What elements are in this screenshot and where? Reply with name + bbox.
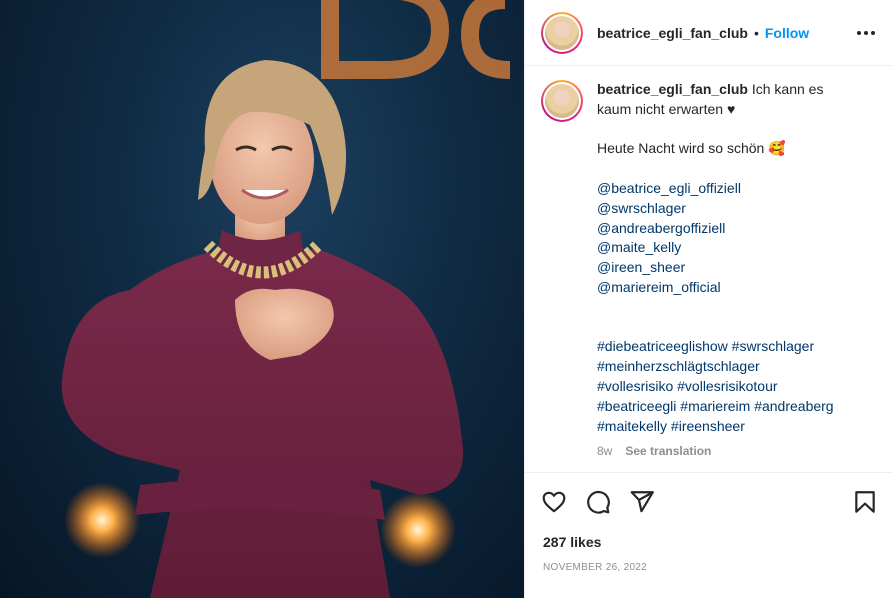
mention-link[interactable]: @mariereim_official xyxy=(597,278,879,298)
caption-username[interactable]: beatrice_egli_fan_club xyxy=(597,81,748,97)
caption-line-1: Ich kann es xyxy=(747,81,824,97)
hashtag-link[interactable]: #vollesrisiko xyxy=(597,378,673,394)
action-bar xyxy=(525,472,893,530)
caption-meta: 8w See translation xyxy=(597,442,879,462)
stage-light xyxy=(64,482,140,558)
hashtag-link[interactable]: #beatriceegli xyxy=(597,398,676,414)
more-dots-icon[interactable] xyxy=(855,25,877,41)
hashtag-link[interactable]: #andreaberg xyxy=(754,398,833,414)
post-side-panel: beatrice_egli_fan_club • Follow beatrice… xyxy=(524,0,893,598)
hashtag-link[interactable]: #meinherzschlägtschlager xyxy=(597,358,760,374)
post-age[interactable]: 8w xyxy=(597,442,612,462)
post-header: beatrice_egli_fan_club • Follow xyxy=(525,0,893,66)
mention-link[interactable]: @swrschlager xyxy=(597,199,879,219)
mention-link[interactable]: @maite_kelly xyxy=(597,238,879,258)
post-caption: beatrice_egli_fan_club Ich kann es kaum … xyxy=(541,80,881,462)
mention-link[interactable]: @ireen_sheer xyxy=(597,258,879,278)
header-username[interactable]: beatrice_egli_fan_club xyxy=(597,25,748,41)
caption-text: beatrice_egli_fan_club Ich kann es kaum … xyxy=(597,80,879,462)
share-icon[interactable] xyxy=(629,489,655,515)
stage-sign xyxy=(321,0,511,79)
follow-button[interactable]: Follow xyxy=(765,25,809,41)
heart-icon[interactable] xyxy=(541,489,567,515)
mention-link[interactable]: @beatrice_egli_offiziell xyxy=(597,179,879,199)
hashtag-link[interactable]: #ireensheer xyxy=(671,418,745,434)
post-image[interactable] xyxy=(0,0,524,598)
hashtag-link[interactable]: #maitekelly xyxy=(597,418,667,434)
avatar[interactable] xyxy=(541,11,583,54)
caption-avatar[interactable] xyxy=(541,80,583,122)
see-translation-button[interactable]: See translation xyxy=(625,442,711,462)
post-photo-illustration xyxy=(61,0,511,598)
bookmark-icon[interactable] xyxy=(852,489,878,515)
comment-icon[interactable] xyxy=(585,489,611,515)
hashtag-link[interactable]: #vollesrisikotour xyxy=(677,378,777,394)
caption-line-2: kaum nicht erwarten ♥ xyxy=(597,100,736,117)
hashtag-link[interactable]: #diebeatriceeglishow xyxy=(597,338,728,354)
hashtag-link[interactable]: #swrschlager xyxy=(732,338,814,354)
caption-line-3: Heute Nacht wird so schön 🥰 xyxy=(597,140,786,157)
stage-light xyxy=(380,492,456,568)
hashtag-link[interactable]: #mariereim xyxy=(680,398,750,414)
likes-count[interactable]: 287 likes xyxy=(543,534,601,550)
post-date[interactable]: NOVEMBER 26, 2022 xyxy=(543,562,647,573)
separator-dot: • xyxy=(753,24,759,41)
mention-link[interactable]: @andreabergoffiziell xyxy=(597,219,879,239)
